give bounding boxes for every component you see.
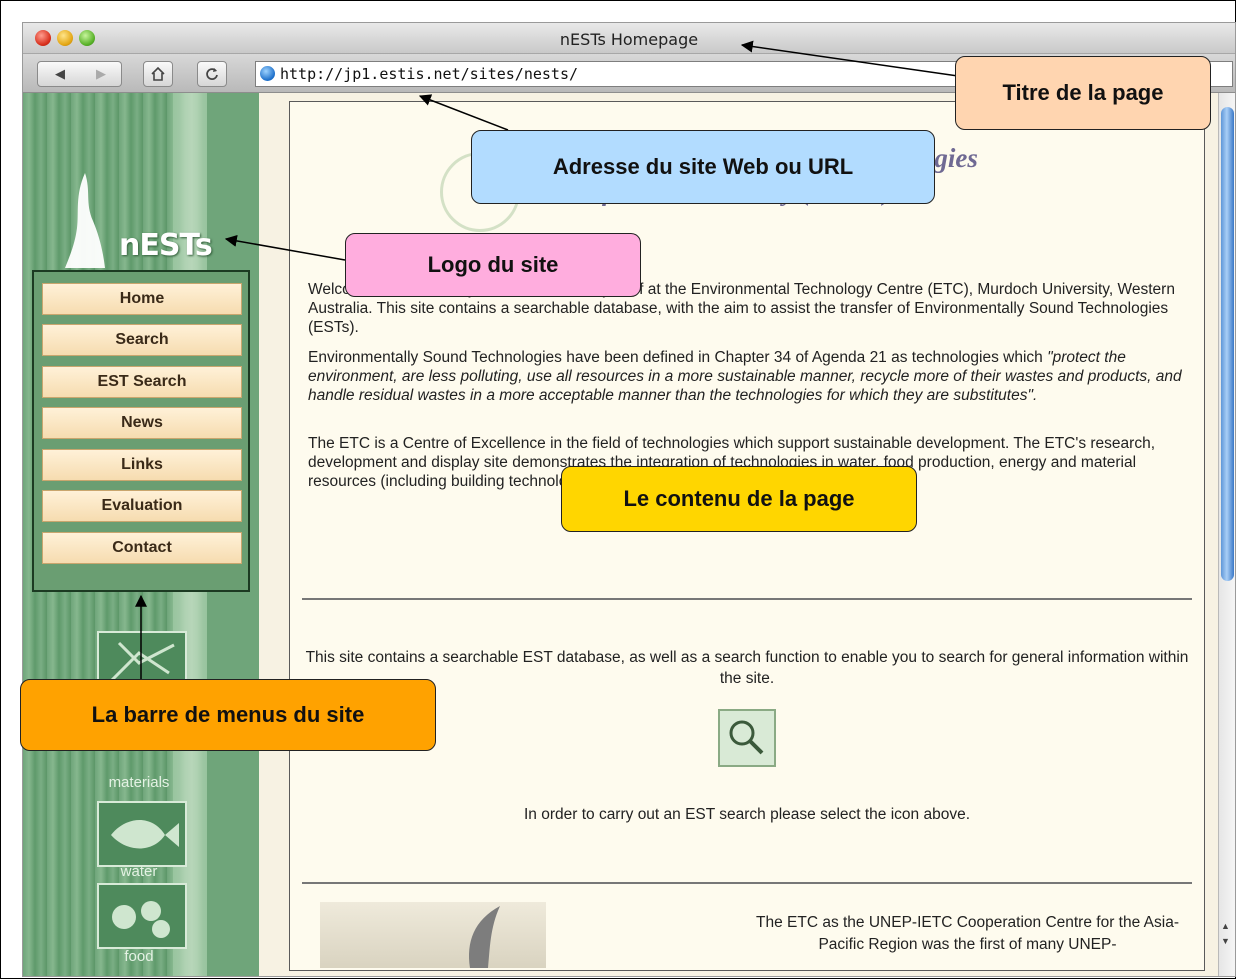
url-arrow: [418, 94, 509, 131]
callout-page-title: Titre de la page: [955, 56, 1211, 130]
callout-url: Adresse du site Web ou URL: [471, 130, 935, 204]
callout-content: Le contenu de la page: [561, 466, 917, 532]
callout-logo: Logo du site: [345, 233, 641, 297]
logo-arrow: [224, 234, 346, 261]
titre-arrow: [740, 40, 959, 77]
callout-menu-bar: La barre de menus du site: [20, 679, 436, 751]
